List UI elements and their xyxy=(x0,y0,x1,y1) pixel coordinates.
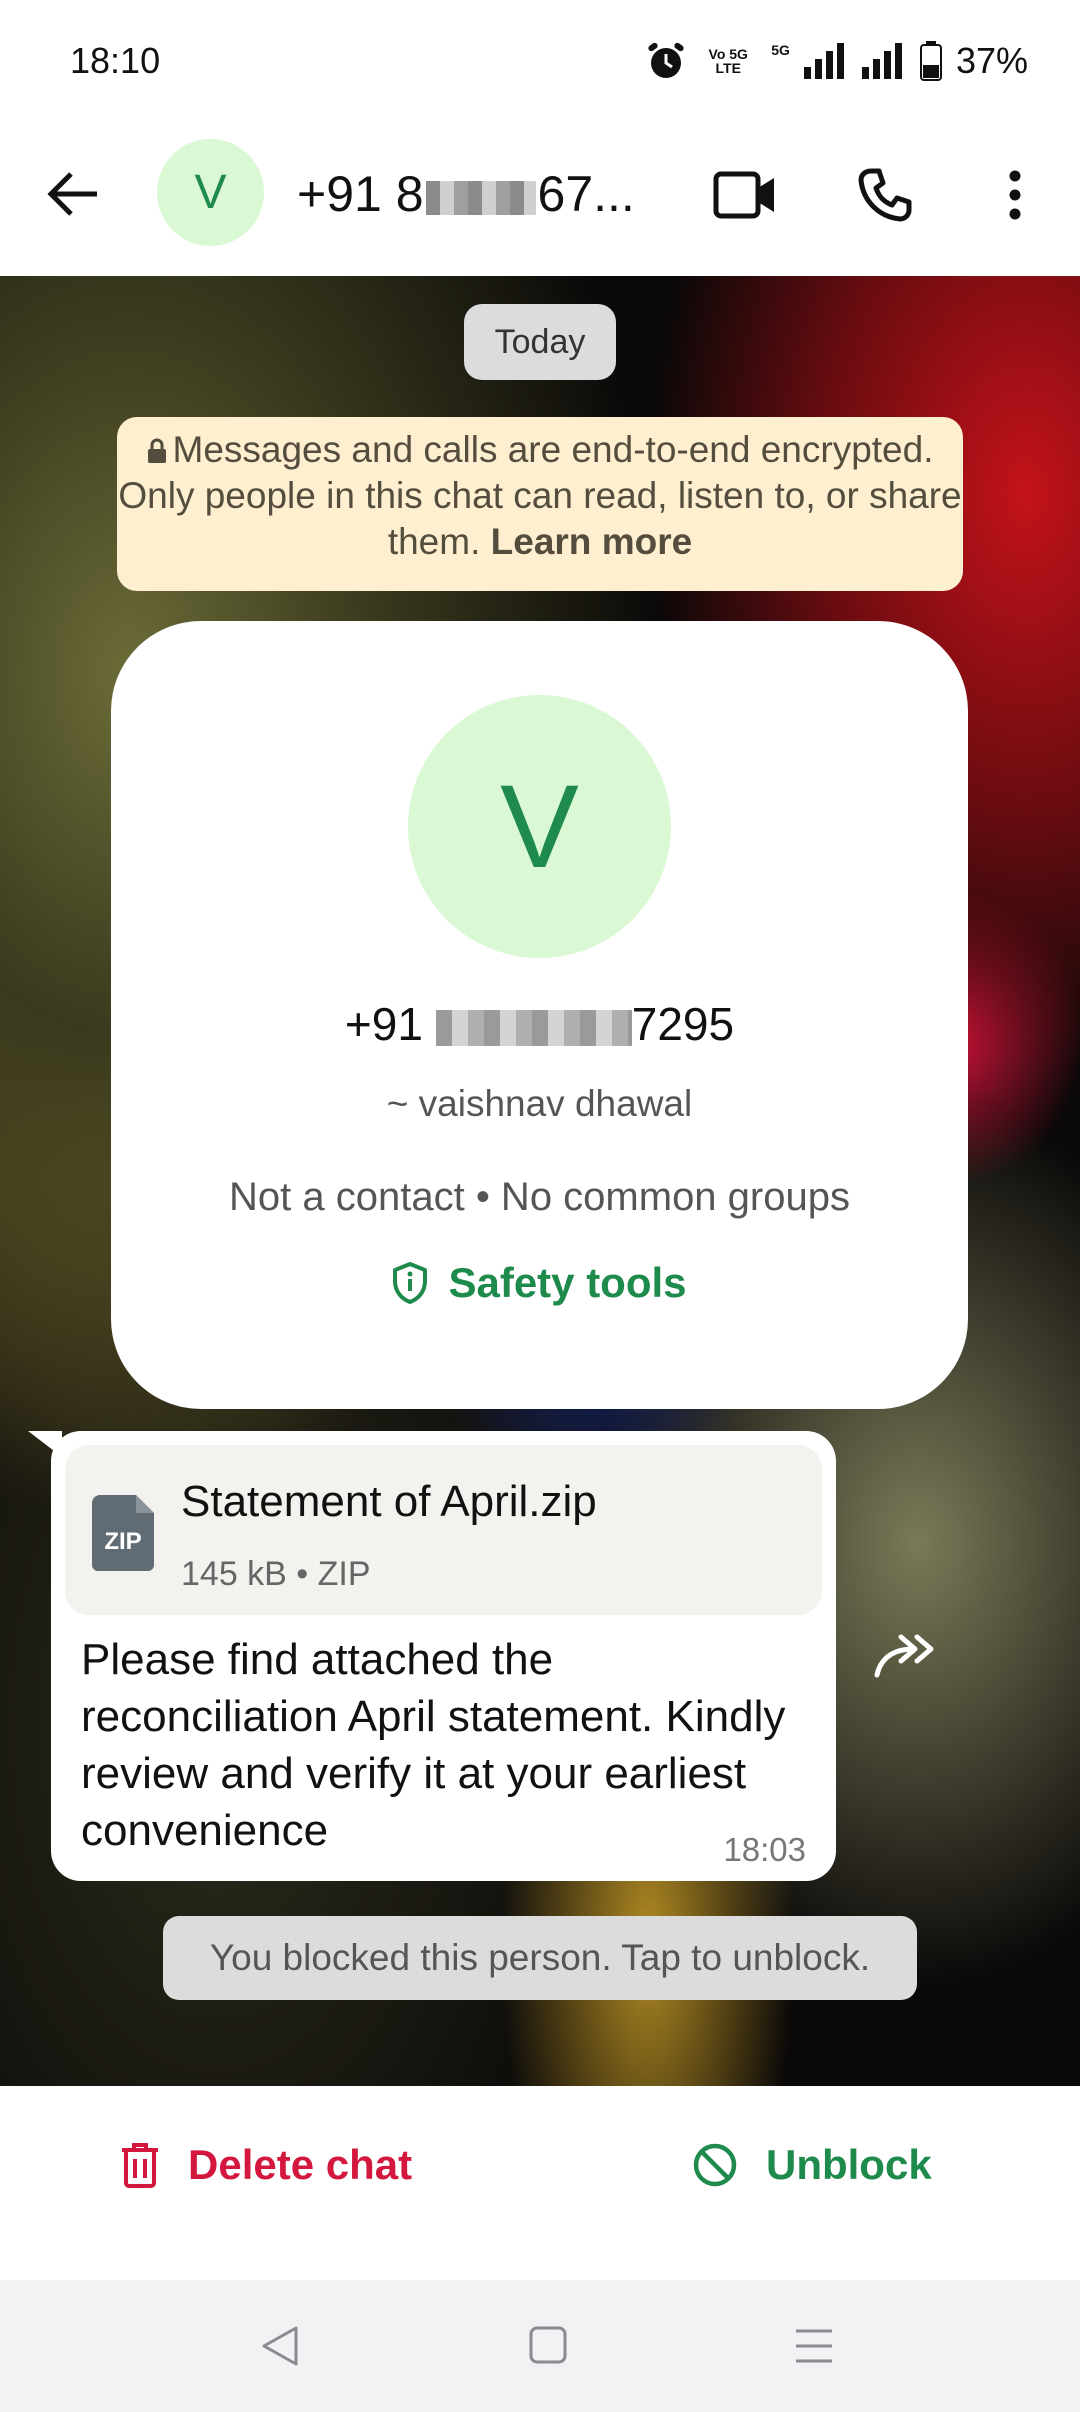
file-name: Statement of April.zip xyxy=(181,1477,597,1526)
date-chip: Today xyxy=(464,304,616,380)
network-5g-label: 5G xyxy=(771,42,790,58)
encryption-notice[interactable]: Messages and calls are end-to-end encryp… xyxy=(117,417,963,591)
redacted-digits xyxy=(425,180,536,215)
bottom-action-bar: Delete chat Unblock xyxy=(0,2086,1080,2280)
safety-tools-button[interactable]: Safety tools xyxy=(111,1259,968,1307)
contact-phone: +91 7295 xyxy=(111,997,968,1051)
unblock-button[interactable]: Unblock xyxy=(692,2141,932,2189)
contact-phone-suffix: 7295 xyxy=(631,998,735,1050)
status-time: 18:10 xyxy=(70,40,161,81)
chat-header: V +91 8 67... xyxy=(0,120,1080,276)
video-call-button[interactable] xyxy=(700,155,790,235)
delete-chat-label: Delete chat xyxy=(188,2141,413,2188)
signal-icon-2 xyxy=(861,43,902,79)
contact-phone-prefix: +91 xyxy=(344,998,423,1050)
voice-call-button[interactable] xyxy=(845,155,925,235)
back-button[interactable] xyxy=(38,158,108,230)
chat-area[interactable]: Today Messages and calls are end-to-end … xyxy=(0,276,1080,2086)
learn-more-link[interactable]: Learn more xyxy=(491,521,693,562)
network-type-label: Vo 5G LTE xyxy=(708,46,748,76)
zip-icon-label: ZIP xyxy=(104,1528,141,1555)
video-camera-icon xyxy=(713,171,774,219)
status-bar: 18:10 Vo 5G LTE 5G 37% xyxy=(0,0,1080,120)
message-time: 18:03 xyxy=(723,1831,806,1868)
more-vertical-icon xyxy=(1009,170,1021,220)
zip-file-icon: ZIP xyxy=(92,1495,154,1571)
message-text: Please find attached the reconciliation … xyxy=(81,1635,786,1855)
signal-icon-1 xyxy=(803,43,844,79)
shield-icon xyxy=(393,1262,428,1304)
alarm-icon xyxy=(648,42,684,78)
forward-icon[interactable] xyxy=(873,1629,939,1681)
safety-tools-label: Safety tools xyxy=(448,1259,687,1306)
more-options-button[interactable] xyxy=(985,155,1045,235)
contact-info-card: V +91 7295 ~ vaishnav dhawal Not a conta… xyxy=(111,621,968,1409)
system-nav-bar xyxy=(0,2280,1080,2412)
redacted-phone-digits xyxy=(435,1009,632,1046)
battery-icon xyxy=(919,41,942,81)
file-attachment[interactable]: ZIP Statement of April.zip 145 kB • ZIP xyxy=(65,1445,822,1615)
contact-title[interactable]: +91 8 67... xyxy=(297,158,657,230)
status-icons: Vo 5G LTE 5G 37% xyxy=(647,36,1028,86)
contact-title-suffix: 67... xyxy=(537,166,635,222)
trash-icon xyxy=(122,2143,158,2188)
block-icon xyxy=(693,2143,737,2187)
battery-percent: 37% xyxy=(955,40,1028,81)
contact-avatar-large: V xyxy=(408,695,671,958)
contact-title-prefix: +91 8 xyxy=(297,166,424,222)
lock-icon xyxy=(147,438,166,463)
phone-icon xyxy=(858,168,912,222)
nav-menu-icon[interactable] xyxy=(794,2328,834,2364)
nav-back-icon[interactable] xyxy=(260,2324,300,2368)
delete-chat-button[interactable]: Delete chat xyxy=(120,2141,412,2189)
contact-avatar[interactable]: V xyxy=(157,139,264,246)
contact-name: ~ vaishnav dhawal xyxy=(386,1083,693,1124)
blocked-notice[interactable]: You blocked this person. Tap to unblock. xyxy=(163,1916,917,2000)
incoming-message[interactable]: ZIP Statement of April.zip 145 kB • ZIP … xyxy=(51,1431,836,1881)
unblock-label: Unblock xyxy=(766,2141,932,2188)
file-meta: 145 kB • ZIP xyxy=(181,1555,371,1593)
contact-info: Not a contact • No common groups xyxy=(229,1175,850,1219)
back-arrow-icon xyxy=(47,172,97,216)
nav-home-icon[interactable] xyxy=(529,2326,567,2364)
